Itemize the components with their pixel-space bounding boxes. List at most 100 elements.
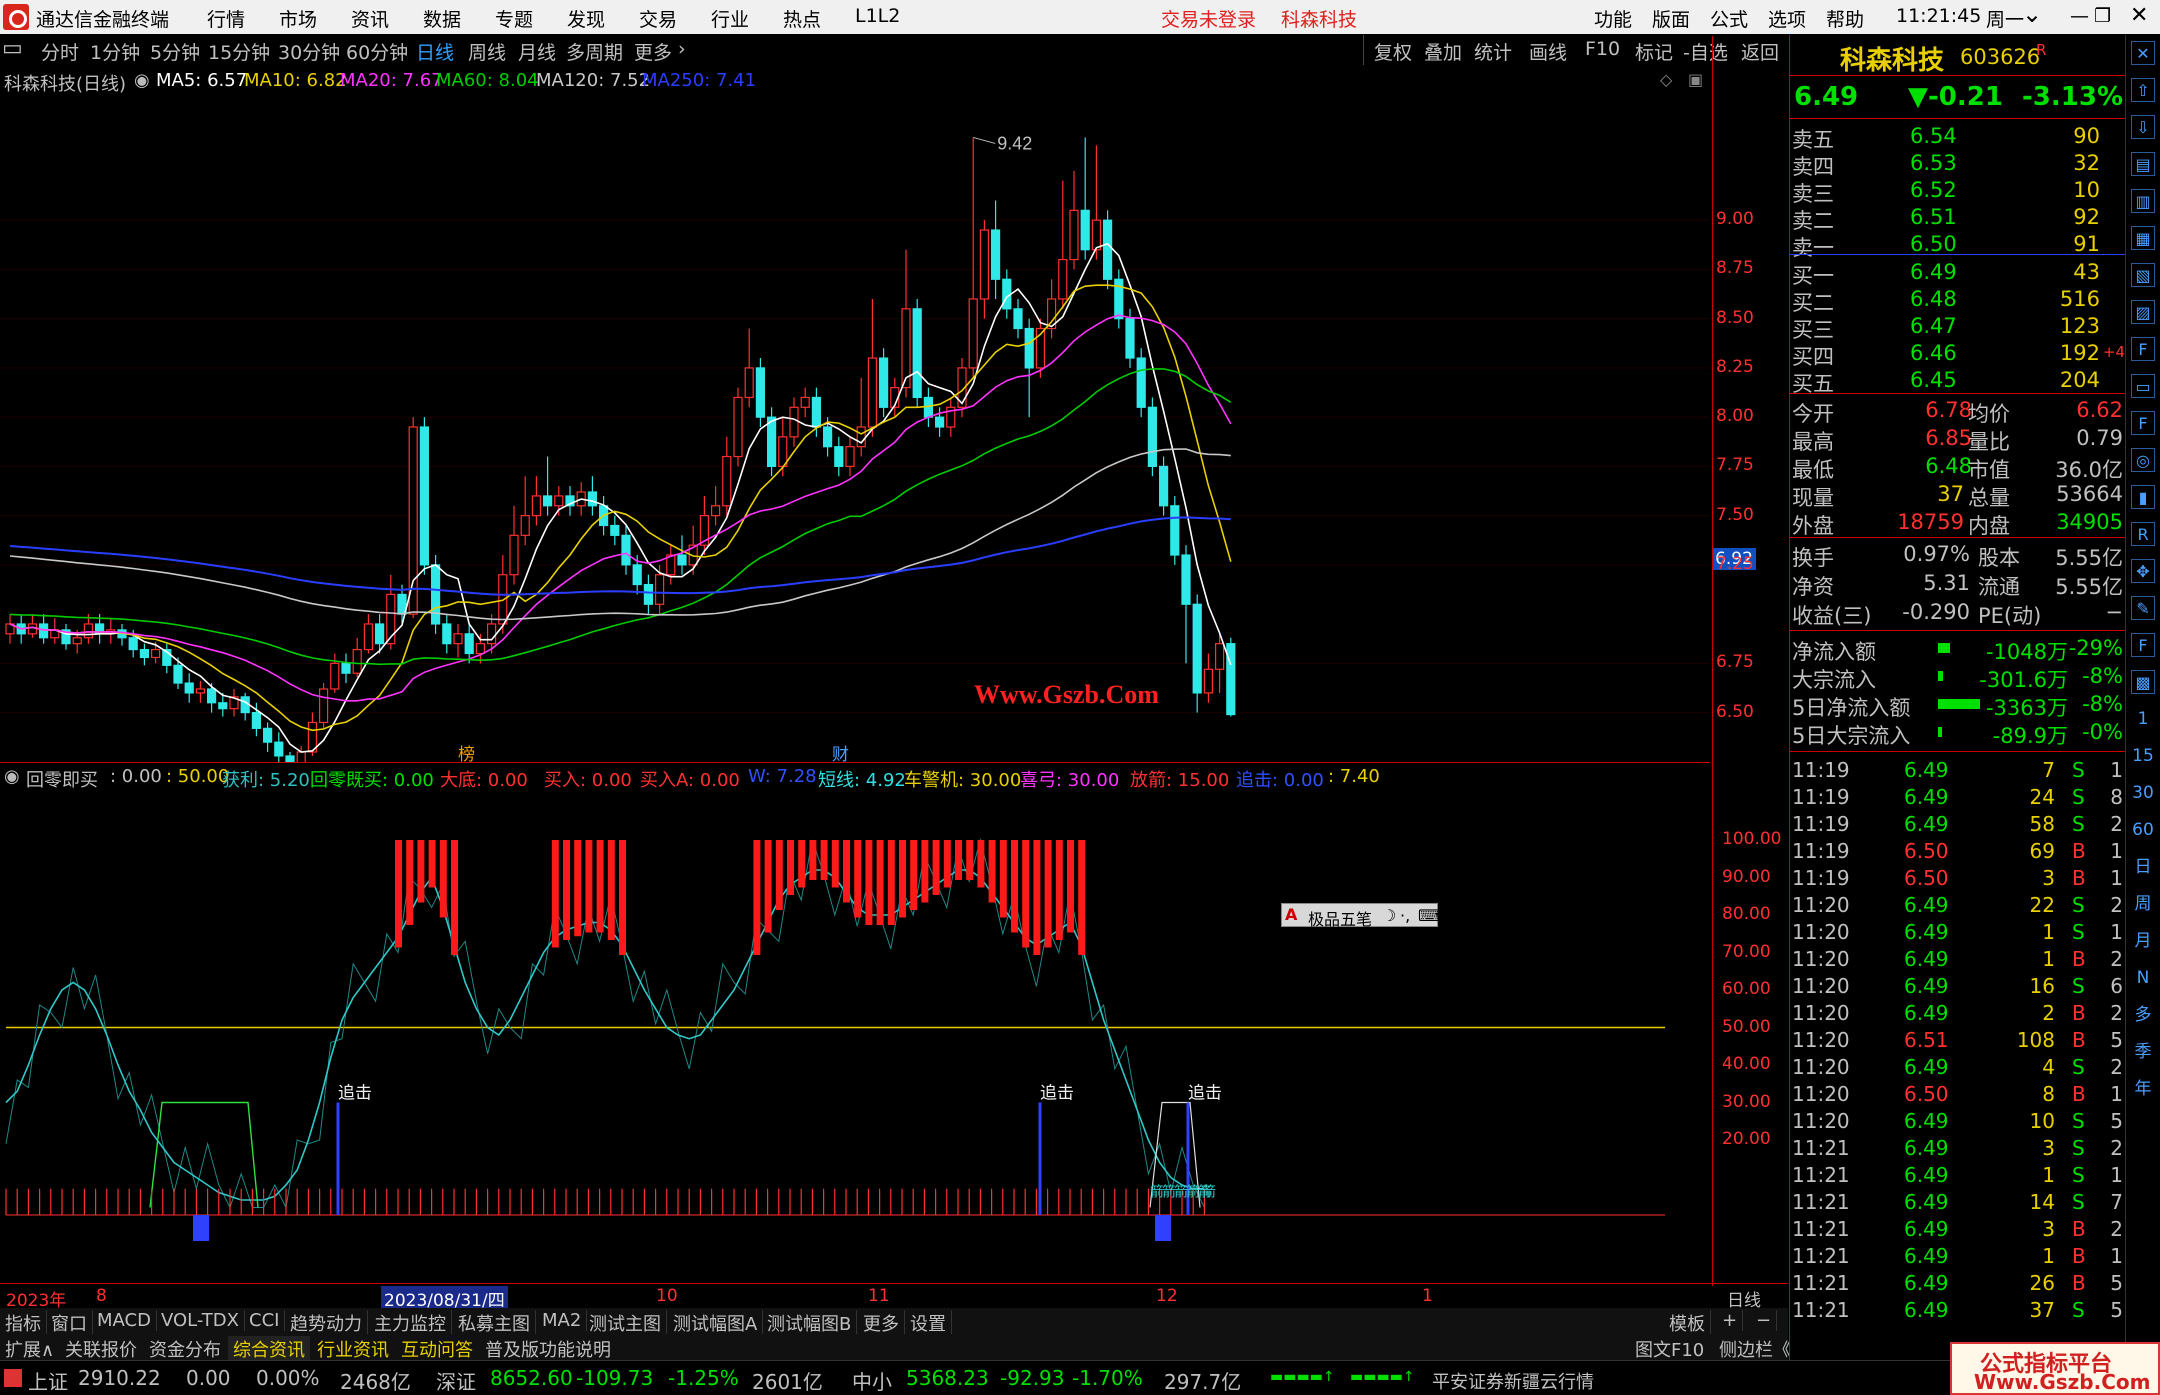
sell-row[interactable]: 卖二 6.51 92: [1790, 204, 2125, 233]
menu-item[interactable]: 发现: [567, 5, 605, 32]
fs-icon[interactable]: F: [2131, 411, 2155, 435]
tool-button[interactable]: 统计: [1474, 38, 1512, 65]
tab-cci[interactable]: CCI: [244, 1310, 286, 1331]
close-icon[interactable]: ✕: [2130, 3, 2148, 28]
restore-icon[interactable]: ❐: [2094, 5, 2111, 27]
menu-item[interactable]: 行情: [207, 5, 245, 32]
tab-more[interactable]: 更多: [858, 1310, 905, 1336]
pen-icon[interactable]: ✎: [2131, 596, 2155, 620]
up-arrow-icon[interactable]: ⇧: [2131, 78, 2155, 102]
tab-help[interactable]: 普及版功能说明: [480, 1336, 616, 1362]
menu-item[interactable]: 选项: [1768, 5, 1806, 32]
tab-test-b[interactable]: 测试幅图B: [762, 1310, 858, 1336]
period-tab[interactable]: 30分钟: [278, 38, 340, 65]
sell-row[interactable]: 卖三 6.52 10: [1790, 177, 2125, 206]
tab-sidebar[interactable]: 侧边栏《: [1714, 1336, 1796, 1362]
sell-row[interactable]: 卖五 6.54 90: [1790, 123, 2125, 152]
period-tab[interactable]: 15分钟: [208, 38, 270, 65]
move-icon[interactable]: ✥: [2131, 559, 2155, 583]
list-icon[interactable]: ▥: [2131, 189, 2155, 213]
add-button[interactable]: +: [1717, 1310, 1744, 1331]
tab-related[interactable]: 关联报价: [60, 1336, 142, 1362]
bar-icon[interactable]: ▨: [2131, 300, 2155, 324]
f5-icon[interactable]: F: [2131, 633, 2155, 657]
collapse-icon[interactable]: ▭: [2, 36, 23, 61]
tab-macd[interactable]: MACD: [92, 1310, 157, 1331]
period-tab[interactable]: 5分钟: [150, 38, 200, 65]
period-shortcut[interactable]: 多: [2131, 1003, 2155, 1027]
indicator-chart[interactable]: 追击 追击 追击箭箭箭箭箭箭: [0, 790, 1710, 1285]
period-shortcut[interactable]: 季: [2131, 1040, 2155, 1064]
tab-qa[interactable]: 互动问答: [396, 1336, 478, 1362]
buy-row[interactable]: 买一 6.49 43: [1790, 259, 2125, 288]
settings-icon[interactable]: ◉: [134, 70, 150, 91]
sh-label[interactable]: 上证: [28, 1366, 68, 1395]
menu-item[interactable]: 热点: [783, 5, 821, 32]
menu-item[interactable]: 功能: [1594, 5, 1632, 32]
tab-industry[interactable]: 行业资讯: [312, 1336, 394, 1362]
menu-item[interactable]: 数据: [423, 5, 461, 32]
tab-fund[interactable]: 资金分布: [144, 1336, 226, 1362]
menu-item[interactable]: 版面: [1652, 5, 1690, 32]
moon-icon[interactable]: ☽: [1382, 906, 1396, 925]
menu-item[interactable]: 公式: [1710, 5, 1748, 32]
period-shortcut[interactable]: N: [2131, 966, 2155, 990]
tab-indicator[interactable]: 指标: [0, 1310, 47, 1336]
menu-item[interactable]: 市场: [279, 5, 317, 32]
sell-row[interactable]: 卖四 6.53 32: [1790, 150, 2125, 179]
dot-icon[interactable]: ·,: [1400, 906, 1410, 925]
period-shortcut[interactable]: 月: [2131, 929, 2155, 953]
rsi-icon[interactable]: R: [2131, 522, 2155, 546]
grid-icon[interactable]: ▧: [2131, 263, 2155, 287]
tab-f10[interactable]: 图文F10: [1630, 1336, 1709, 1362]
zx-label[interactable]: 中小: [852, 1366, 892, 1395]
tool-button[interactable]: 复权: [1374, 38, 1412, 65]
period-tab[interactable]: 1分钟: [90, 38, 140, 65]
login-alert[interactable]: 交易未登录: [1161, 5, 1256, 32]
down-arrow-icon[interactable]: ⇩: [2131, 115, 2155, 139]
window-icon[interactable]: ▣: [1688, 70, 1703, 89]
period-shortcut[interactable]: 60: [2131, 818, 2155, 842]
tab-private[interactable]: 私募主图: [453, 1310, 536, 1336]
tab-trend[interactable]: 趋势动力: [285, 1310, 368, 1336]
period-tab[interactable]: 60分钟: [346, 38, 408, 65]
tool-button[interactable]: 叠加: [1424, 38, 1462, 65]
group-icon[interactable]: ▩: [2131, 670, 2155, 694]
close-icon[interactable]: ✕: [2131, 41, 2155, 65]
tool-button[interactable]: 标记: [1635, 38, 1673, 65]
period-tab-active[interactable]: 日线: [416, 38, 454, 65]
ime-a-icon[interactable]: A: [1285, 905, 1297, 924]
kline-icon[interactable]: ▦: [2131, 226, 2155, 250]
chart-icon[interactable]: ▤: [2131, 152, 2155, 176]
chevron-right-icon[interactable]: ›: [678, 38, 686, 60]
buy-row[interactable]: 买二 6.48 516: [1790, 286, 2125, 315]
buy-row[interactable]: 买五 6.45 204: [1790, 367, 2125, 396]
minimize-icon[interactable]: —: [2070, 5, 2089, 27]
tab-news[interactable]: 综合资讯: [228, 1336, 310, 1362]
tab-window[interactable]: 窗口: [46, 1310, 93, 1336]
remove-button[interactable]: −: [1751, 1310, 1778, 1331]
keyboard-icon[interactable]: ⌨: [1418, 906, 1441, 925]
doc-icon[interactable]: ▭: [2131, 374, 2155, 398]
period-tab[interactable]: 月线: [518, 38, 556, 65]
tab-main-monitor[interactable]: 主力监控: [369, 1310, 452, 1336]
menu-item[interactable]: 行业: [711, 5, 749, 32]
diamond-icon[interactable]: ◇: [1660, 70, 1672, 89]
period-tab[interactable]: 更多: [634, 38, 672, 65]
menu-item[interactable]: 资讯: [351, 5, 389, 32]
tab-expand[interactable]: 扩展∧: [0, 1336, 59, 1362]
period-shortcut[interactable]: 周: [2131, 892, 2155, 916]
menu-item[interactable]: 专题: [495, 5, 533, 32]
period-shortcut[interactable]: 15: [2131, 744, 2155, 768]
circle-icon[interactable]: ◎: [2131, 448, 2155, 472]
period-tab[interactable]: 周线: [468, 38, 506, 65]
tool-button[interactable]: 画线: [1529, 38, 1567, 65]
settings-icon[interactable]: ◉: [4, 766, 20, 787]
period-shortcut[interactable]: 1: [2131, 707, 2155, 731]
period-shortcut[interactable]: 30: [2131, 781, 2155, 805]
period-shortcut[interactable]: 日: [2131, 855, 2155, 879]
menu-item[interactable]: L1L2: [855, 5, 900, 27]
period-tab[interactable]: 分时: [41, 38, 79, 65]
menu-item[interactable]: 交易: [639, 5, 677, 32]
tab-settings[interactable]: 设置: [905, 1310, 952, 1336]
